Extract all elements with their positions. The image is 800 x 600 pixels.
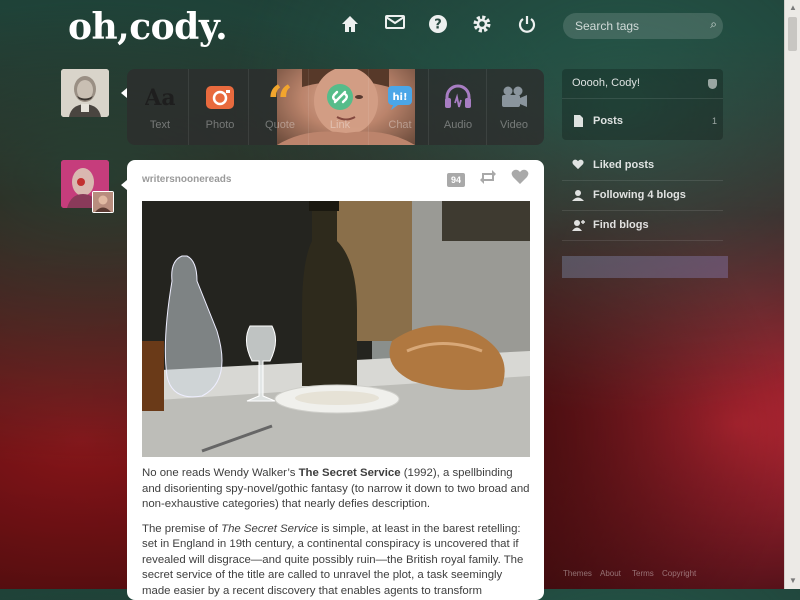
scroll-up-arrow[interactable]: ▲ bbox=[788, 3, 798, 13]
svg-text:Aa: Aa bbox=[145, 85, 175, 111]
blog-title-row[interactable]: Ooooh, Cody! bbox=[562, 69, 723, 99]
notes-count[interactable]: 94 bbox=[447, 173, 465, 187]
post-type-audio[interactable]: Audio bbox=[429, 69, 487, 145]
post-type-chat[interactable]: hi! Chat bbox=[371, 69, 429, 145]
gear-icon[interactable] bbox=[471, 14, 493, 36]
post-type-bar: Aa Text Photo “ Quote Link hi! Chat Audi… bbox=[127, 69, 544, 145]
help-icon[interactable]: ? bbox=[427, 14, 449, 36]
post-body: No one reads Wendy Walker’s The Secret S… bbox=[142, 466, 532, 600]
reblogged-from-avatar[interactable] bbox=[92, 191, 114, 213]
post-type-quote[interactable]: “ Quote bbox=[251, 69, 309, 145]
blurred-sidebar-banner bbox=[562, 256, 728, 278]
headphones-icon bbox=[443, 83, 473, 111]
heart-icon[interactable] bbox=[511, 169, 529, 190]
post-card: writersnoonereads 94 No one read bbox=[127, 160, 544, 600]
sidebar-item-find-blogs[interactable]: Find blogs bbox=[562, 211, 723, 241]
footer-copyright-link[interactable]: Copyright bbox=[662, 569, 696, 578]
text-icon: Aa bbox=[145, 83, 175, 111]
post-type-photo[interactable]: Photo bbox=[191, 69, 249, 145]
user-avatar[interactable] bbox=[61, 69, 109, 117]
scrollbar[interactable]: ▲ ▼ bbox=[784, 0, 800, 589]
home-icon[interactable] bbox=[339, 14, 361, 36]
post-paragraph: No one reads Wendy Walker’s The Secret S… bbox=[142, 466, 532, 513]
chat-icon: hi! bbox=[385, 83, 415, 111]
sidebar-item-following[interactable]: Following 4 blogs bbox=[562, 181, 723, 211]
post-author-link[interactable]: writersnoonereads bbox=[142, 174, 231, 185]
heart-icon bbox=[572, 159, 584, 171]
video-icon bbox=[499, 83, 529, 111]
post-image[interactable] bbox=[142, 201, 530, 457]
scroll-thumb[interactable] bbox=[788, 17, 797, 51]
sidebar-item-liked[interactable]: Liked posts bbox=[562, 151, 723, 181]
reblog-icon[interactable] bbox=[479, 169, 497, 190]
post-type-text[interactable]: Aa Text bbox=[131, 69, 189, 145]
svg-text:hi!: hi! bbox=[392, 92, 407, 103]
power-icon[interactable] bbox=[516, 14, 538, 36]
search-icon: ⌕ bbox=[710, 17, 717, 32]
footer-themes-link[interactable]: Themes bbox=[563, 569, 592, 578]
sidebar-item-posts[interactable]: Posts 1 bbox=[562, 107, 723, 137]
camera-icon bbox=[205, 83, 235, 111]
user-icon bbox=[572, 189, 584, 201]
shield-icon bbox=[708, 79, 717, 89]
post-paragraph: The premise of The Secret Service is sim… bbox=[142, 522, 532, 600]
add-user-icon bbox=[572, 219, 584, 231]
book-title: The Secret Service bbox=[299, 467, 401, 479]
post-type-link[interactable]: Link bbox=[311, 69, 369, 145]
footer-terms-link[interactable]: Terms bbox=[632, 569, 654, 578]
link-icon bbox=[325, 83, 355, 111]
svg-text:?: ? bbox=[434, 18, 442, 33]
blog-logo[interactable]: oh,cody. bbox=[68, 6, 227, 48]
svg-text:“: “ bbox=[267, 83, 292, 111]
mail-icon[interactable] bbox=[384, 14, 406, 36]
book-title: The Secret Service bbox=[221, 523, 318, 535]
posts-count: 1 bbox=[712, 116, 717, 126]
post-type-video[interactable]: Video bbox=[485, 69, 543, 145]
search-input[interactable]: Search tags ⌕ bbox=[563, 13, 723, 39]
scroll-down-arrow[interactable]: ▼ bbox=[788, 576, 798, 586]
document-icon bbox=[572, 115, 584, 127]
quote-icon: “ bbox=[265, 83, 295, 111]
footer-about-link[interactable]: About bbox=[600, 569, 621, 578]
